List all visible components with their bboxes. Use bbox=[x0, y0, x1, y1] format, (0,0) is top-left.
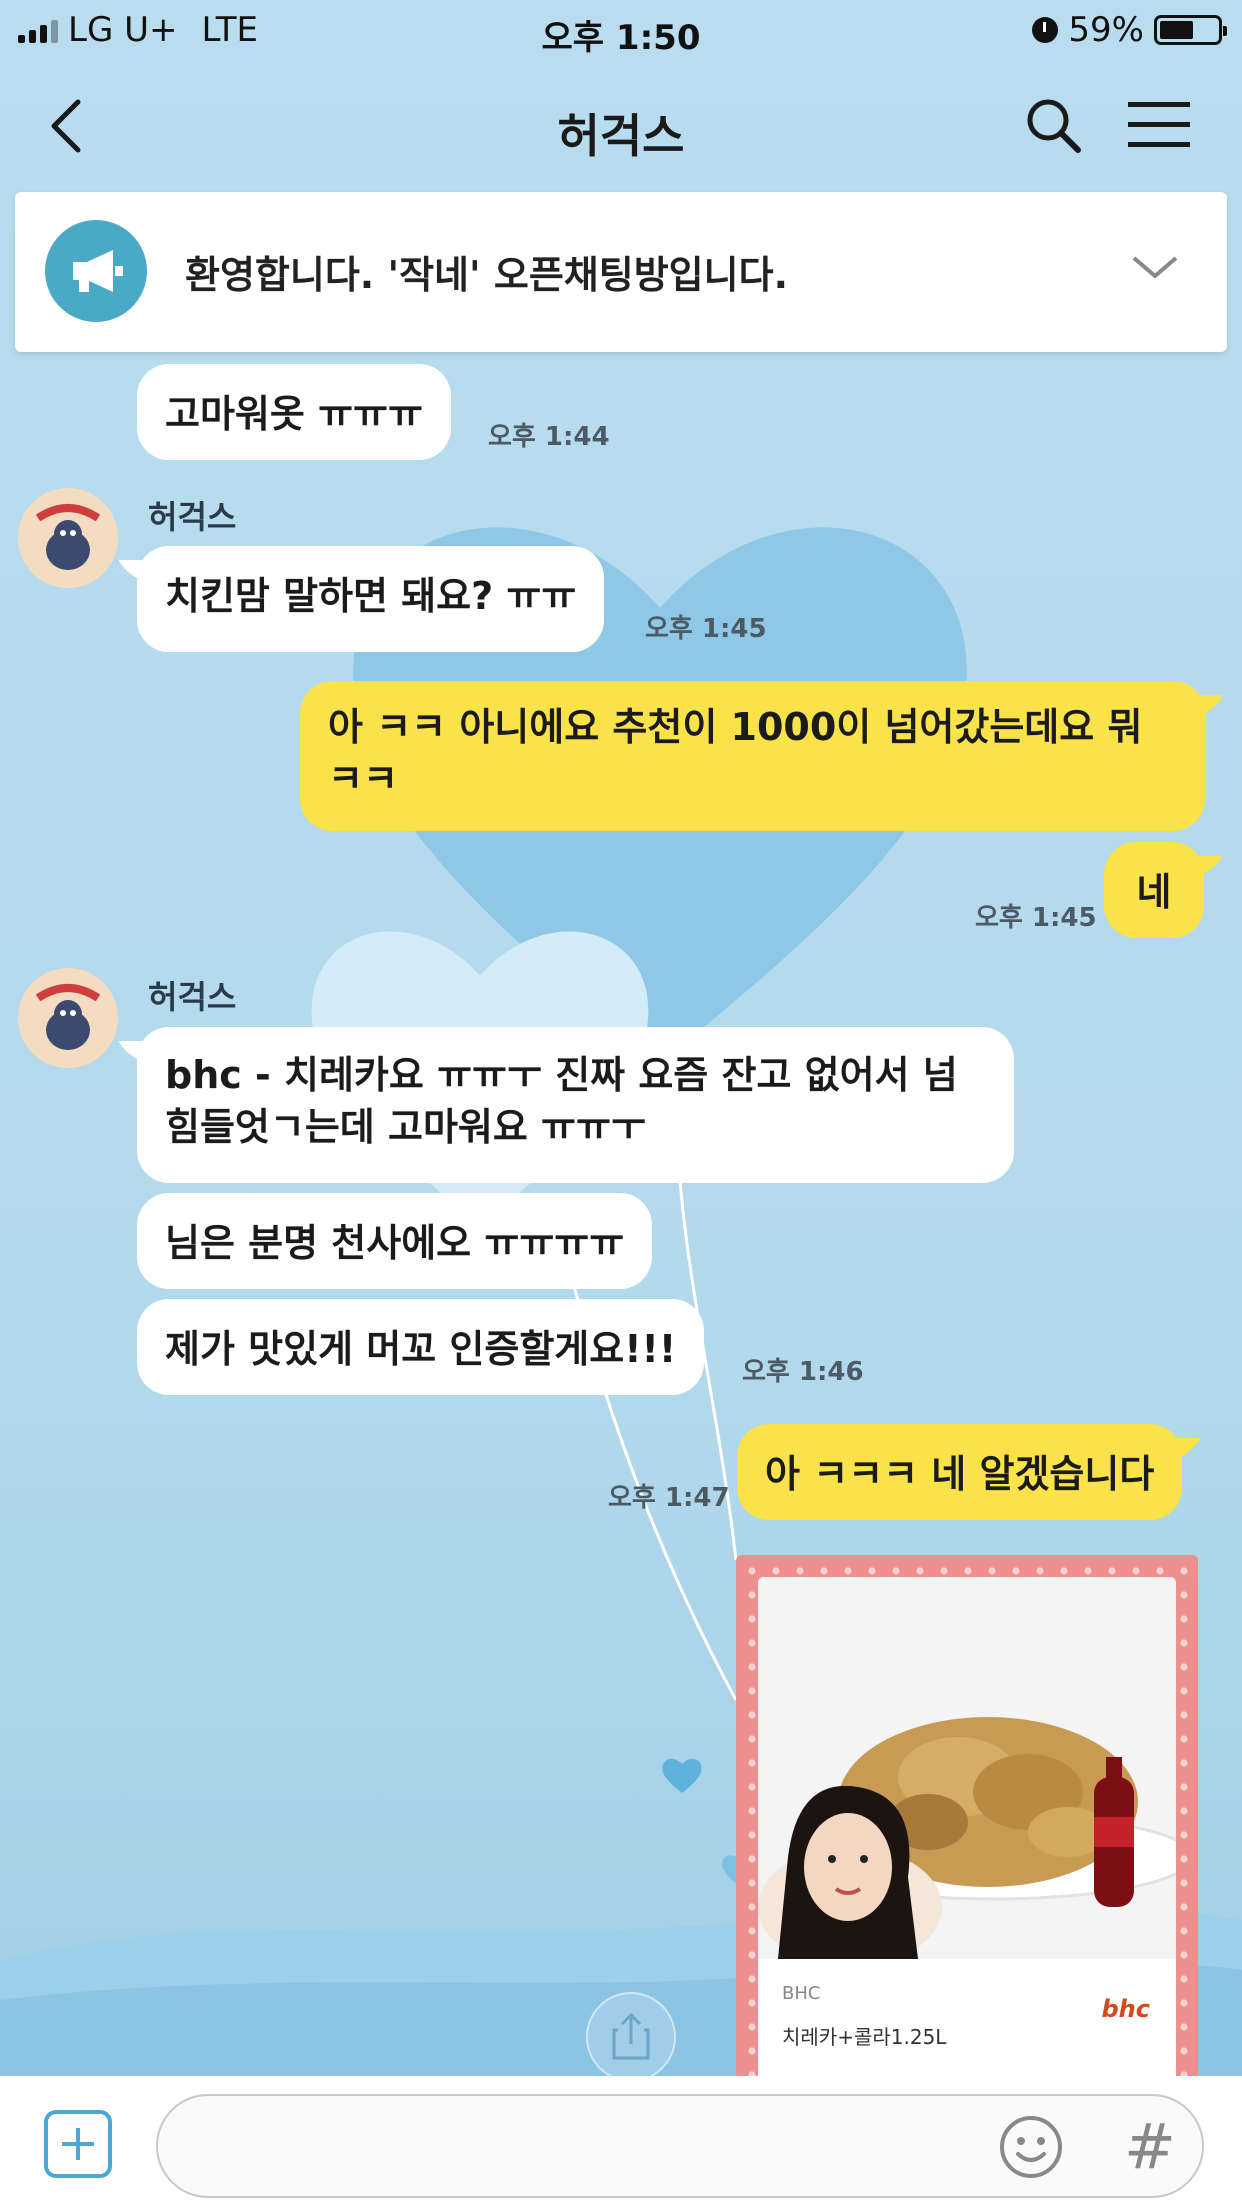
message-text-line: bhc - 치레카요 ㅠㅠㅜ 진짜 요즘 잔고 없어서 넘 bbox=[165, 1053, 958, 1097]
message-time: 오후 1:47 bbox=[608, 1483, 730, 1513]
sender-avatar[interactable] bbox=[18, 968, 118, 1068]
share-button[interactable] bbox=[586, 1992, 676, 2082]
product-name: 치레카+콜라1.25L bbox=[782, 2025, 947, 2049]
small-heart-decoration bbox=[662, 1758, 702, 1794]
chat-header: 허걱스 bbox=[0, 62, 1242, 192]
message-time: 오후 1:45 bbox=[975, 903, 1097, 933]
message-bubble-outgoing[interactable]: 네 bbox=[1104, 842, 1204, 938]
message-text-line: 힘들엇ㄱ는데 고마워요 ㅠㅠㅜ bbox=[165, 1105, 646, 1149]
message-time: 오후 1:45 bbox=[645, 614, 767, 644]
message-bubble-outgoing[interactable]: 아 ㅋㅋㅋ 네 알겠습니다 bbox=[737, 1424, 1183, 1520]
message-text: 아 ㅋㅋㅋ 네 알겠습니다 bbox=[765, 1452, 1155, 1496]
message-text-line: ㅋㅋ bbox=[328, 757, 398, 801]
notice-banner[interactable]: 환영합니다. '작네' 오픈채팅방입니다. bbox=[15, 192, 1227, 352]
message-text: 님은 분명 천사에오 ㅠㅠㅠㅠ bbox=[165, 1221, 625, 1265]
product-brand: BHC bbox=[782, 1983, 821, 2004]
message-bubble-outgoing[interactable]: 아 ㅋㅋ 아니에요 추천이 1000이 넘어갔는데요 뭐 ㅋㅋ bbox=[300, 681, 1205, 831]
share-icon bbox=[612, 2012, 650, 2060]
battery-percent: 59% bbox=[1068, 10, 1144, 50]
message-text-line: 아 ㅋㅋ 아니에요 추천이 1000이 넘어갔는데요 뭐 bbox=[328, 705, 1143, 749]
message-text: 치킨맘 말하면 돼요? ㅠㅠ bbox=[165, 574, 577, 618]
hashtag-icon[interactable]: # bbox=[1124, 2110, 1176, 2183]
product-info: BHC 치레카+콜라1.25L bhc bbox=[758, 1959, 1176, 2085]
megaphone-icon bbox=[45, 220, 147, 322]
chevron-down-icon[interactable] bbox=[1130, 252, 1180, 282]
emoji-icon[interactable] bbox=[998, 2114, 1064, 2180]
message-text: 고마워옷 ㅠㅠㅠ bbox=[165, 392, 423, 436]
status-bar: LG U+ LTE 오후 1:50 59% bbox=[0, 0, 1242, 62]
brand-logo: bhc bbox=[1101, 1995, 1151, 2023]
sender-name: 허걱스 bbox=[148, 978, 237, 1016]
message-bubble-incoming[interactable]: 제가 맛있게 머꼬 인증할게요!!! bbox=[137, 1299, 705, 1395]
plus-icon[interactable] bbox=[44, 2110, 112, 2178]
message-bubble-incoming[interactable]: bhc - 치레카요 ㅠㅠㅜ 진짜 요즘 잔고 없어서 넘 힘들엇ㄱ는데 고마워… bbox=[137, 1027, 1014, 1183]
message-text: 제가 맛있게 머꼬 인증할게요!!! bbox=[165, 1327, 677, 1371]
message-text: 네 bbox=[1136, 870, 1172, 914]
message-bubble-incoming[interactable]: 치킨맘 말하면 돼요? ㅠㅠ bbox=[137, 546, 605, 652]
message-bubble-incoming[interactable]: 고마워옷 ㅠㅠㅠ bbox=[137, 364, 451, 460]
product-card[interactable]: BHC 치레카+콜라1.25L bhc bbox=[736, 1555, 1198, 2085]
message-bubble-incoming[interactable]: 님은 분명 천사에오 ㅠㅠㅠㅠ bbox=[137, 1193, 653, 1289]
message-time: 오후 1:44 bbox=[488, 422, 610, 452]
product-image bbox=[758, 1577, 1176, 1959]
card-content: BHC 치레카+콜라1.25L bhc bbox=[758, 1577, 1176, 2085]
message-time: 오후 1:46 bbox=[742, 1357, 864, 1387]
search-icon[interactable] bbox=[1022, 94, 1084, 156]
battery-icon bbox=[1154, 15, 1227, 45]
menu-icon[interactable] bbox=[1128, 100, 1190, 150]
input-bar: # bbox=[0, 2076, 1242, 2208]
alarm-icon bbox=[1032, 17, 1059, 43]
sender-name: 허걱스 bbox=[148, 498, 237, 536]
sender-avatar[interactable] bbox=[18, 488, 118, 588]
notice-text: 환영합니다. '작네' 오픈채팅방입니다. bbox=[185, 253, 788, 297]
